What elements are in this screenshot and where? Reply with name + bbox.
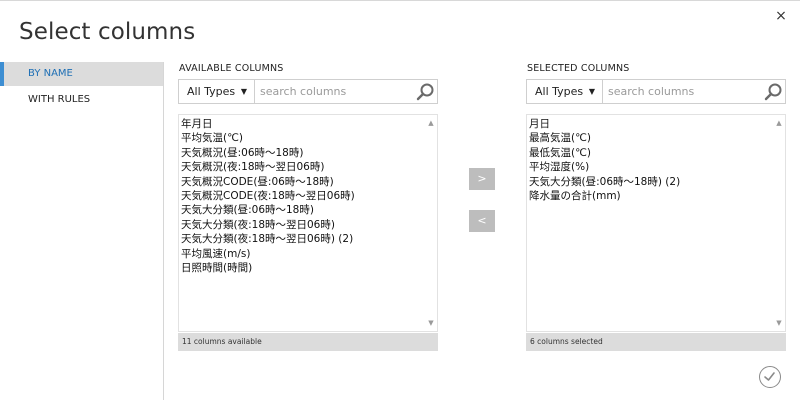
list-item[interactable]: 天気大分類(夜:18時〜翌日06時) (2) [181, 232, 355, 246]
available-type-select[interactable]: All Types ▼ [179, 80, 255, 103]
list-item[interactable]: 天気概況CODE(昼:06時〜18時) [181, 175, 355, 189]
search-icon[interactable] [761, 80, 785, 103]
remove-column-button[interactable]: < [469, 210, 495, 232]
available-columns-list[interactable]: 年月日 平均気温(℃) 天気概況(昼:06時〜18時) 天気概況(夜:18時〜翌日06… [178, 114, 438, 332]
chevron-down-icon: ▼ [588, 87, 595, 96]
search-icon[interactable] [413, 80, 437, 103]
chevron-down-icon: ▼ [240, 87, 247, 96]
list-item[interactable]: 天気概況(夜:18時〜翌日06時) [181, 160, 355, 174]
list-item[interactable]: 天気大分類(昼:06時〜18時) (2) [529, 175, 680, 189]
checkmark-icon[interactable] [759, 366, 781, 388]
list-item[interactable]: 日照時間(時間) [181, 261, 355, 275]
list-item[interactable]: 最高気温(℃) [529, 131, 680, 145]
selected-columns-header: SELECTED COLUMNS [527, 63, 630, 74]
list-item[interactable]: 最低気温(℃) [529, 146, 680, 160]
selected-columns-list[interactable]: 月日 最高気温(℃) 最低気温(℃) 平均湿度(%) 天気大分類(昼:06時〜18時) … [526, 114, 786, 332]
list-item[interactable]: 月日 [529, 117, 680, 131]
scroll-up-icon[interactable]: ▲ [775, 119, 783, 127]
selected-type-select[interactable]: All Types ▼ [527, 80, 603, 103]
scroll-up-icon[interactable]: ▲ [427, 119, 435, 127]
scroll-down-icon[interactable]: ▼ [775, 319, 783, 327]
list-item[interactable]: 年月日 [181, 117, 355, 131]
list-item[interactable]: 平均湿度(%) [529, 160, 680, 174]
top-border [0, 0, 800, 1]
available-count: 11 columns available [178, 333, 438, 351]
available-search-row: All Types ▼ [178, 79, 438, 104]
sidebar-item-by-name[interactable]: BY NAME [0, 62, 163, 86]
available-type-select-value: All Types [187, 85, 236, 98]
available-columns-header: AVAILABLE COLUMNS [179, 63, 284, 74]
list-item[interactable]: 天気概況(昼:06時〜18時) [181, 146, 355, 160]
selected-search-input[interactable] [604, 80, 759, 103]
selected-count: 6 columns selected [526, 333, 786, 351]
list-item[interactable]: 天気概況CODE(夜:18時〜翌日06時) [181, 189, 355, 203]
list-item[interactable]: 天気大分類(夜:18時〜翌日06時) [181, 218, 355, 232]
list-item[interactable]: 平均風速(m/s) [181, 247, 355, 261]
add-column-button[interactable]: > [469, 168, 495, 190]
dialog-title: Select columns [19, 19, 196, 45]
sidebar-item-with-rules[interactable]: WITH RULES [0, 88, 163, 112]
available-search-input[interactable] [256, 80, 411, 103]
list-item[interactable]: 平均気温(℃) [181, 131, 355, 145]
selected-scrollbar[interactable]: ▲ ▼ [775, 119, 783, 327]
close-icon[interactable]: × [774, 9, 788, 23]
list-item[interactable]: 天気大分類(昼:06時〜18時) [181, 203, 355, 217]
list-item[interactable]: 降水量の合計(mm) [529, 189, 680, 203]
selected-type-select-value: All Types [535, 85, 584, 98]
sidebar: BY NAME WITH RULES [0, 62, 164, 400]
scroll-down-icon[interactable]: ▼ [427, 319, 435, 327]
available-items: 年月日 平均気温(℃) 天気概況(昼:06時〜18時) 天気概況(夜:18時〜翌日06… [181, 117, 355, 275]
selected-search-row: All Types ▼ [526, 79, 786, 104]
selected-items: 月日 最高気温(℃) 最低気温(℃) 平均湿度(%) 天気大分類(昼:06時〜18時) … [529, 117, 680, 203]
available-scrollbar[interactable]: ▲ ▼ [427, 119, 435, 327]
